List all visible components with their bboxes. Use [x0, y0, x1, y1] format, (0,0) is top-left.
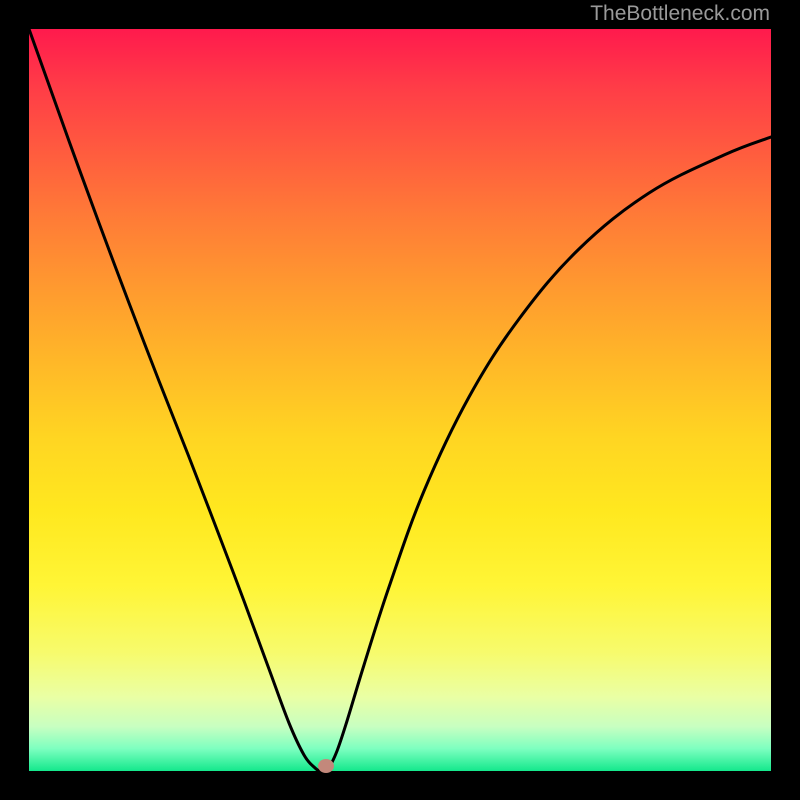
chart-frame	[0, 0, 800, 800]
bottleneck-curve	[29, 29, 771, 771]
optimum-marker	[318, 759, 334, 773]
watermark-text: TheBottleneck.com	[590, 2, 770, 26]
chart-plot-area	[29, 29, 771, 771]
